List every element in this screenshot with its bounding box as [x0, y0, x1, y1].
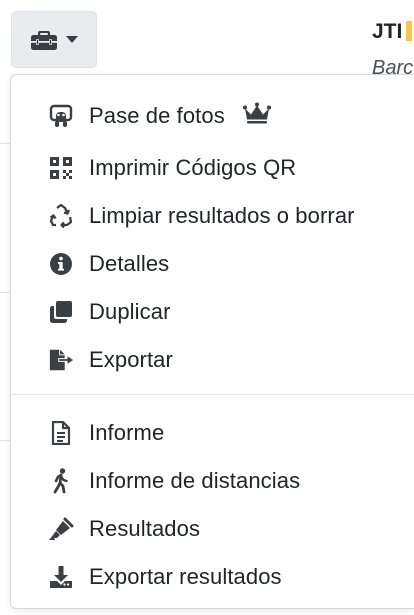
menu-item-details[interactable]: Detalles [11, 240, 414, 288]
menu-item-label: Duplicar [89, 299, 171, 324]
highlighter-icon [48, 516, 74, 542]
menu-item-label: Detalles [89, 251, 170, 276]
menu-item-slideshow[interactable]: Pase de fotos [11, 92, 414, 140]
file-export-icon [48, 347, 74, 373]
menu-item-distance-report[interactable]: Informe de distancias [11, 457, 414, 505]
slideshow-icon [48, 103, 74, 129]
file-report-icon [48, 420, 74, 446]
menu-item-label: Pase de fotos [89, 103, 225, 128]
toolbox-dropdown-button[interactable] [11, 11, 97, 68]
menu-item-label: Informe de distancias [89, 468, 301, 493]
walking-icon [48, 468, 74, 494]
qr-code-icon [48, 155, 74, 181]
menu-item-report[interactable]: Informe [11, 409, 414, 457]
download-icon [48, 564, 74, 590]
crown-icon [243, 102, 271, 130]
menu-item-duplicate[interactable]: Duplicar [11, 288, 414, 336]
menu-item-label: Exportar resultados [89, 564, 282, 589]
background-divider [0, 440, 10, 441]
copy-icon [48, 299, 74, 325]
info-circle-icon [48, 251, 74, 277]
menu-item-export[interactable]: Exportar [11, 336, 414, 384]
menu-item-label: Informe [89, 420, 165, 445]
menu-item-label: Limpiar resultados o borrar [89, 203, 355, 228]
menu-item-label: Resultados [89, 516, 201, 541]
menu-divider [11, 394, 414, 395]
background-divider [0, 292, 10, 293]
title-highlight [406, 21, 413, 41]
background-divider [0, 143, 10, 144]
menu-item-label: Imprimir Códigos QR [89, 155, 297, 180]
caret-down-icon [66, 35, 78, 44]
background-title: JTI [372, 20, 413, 44]
tools-dropdown-menu: Pase de fotos Imprimir Códigos QR Limpia… [10, 74, 414, 609]
menu-item-results[interactable]: Resultados [11, 505, 414, 553]
menu-item-clear-results[interactable]: Limpiar resultados o borrar [11, 192, 414, 240]
recycle-icon [48, 203, 74, 229]
toolbox-icon [30, 28, 58, 52]
menu-item-print-qr[interactable]: Imprimir Códigos QR [11, 144, 414, 192]
page: JTI Barc Pase de fotos Imprimir Códigos … [0, 0, 414, 615]
menu-item-export-results[interactable]: Exportar resultados [11, 553, 414, 601]
menu-item-label: Exportar [89, 347, 173, 372]
